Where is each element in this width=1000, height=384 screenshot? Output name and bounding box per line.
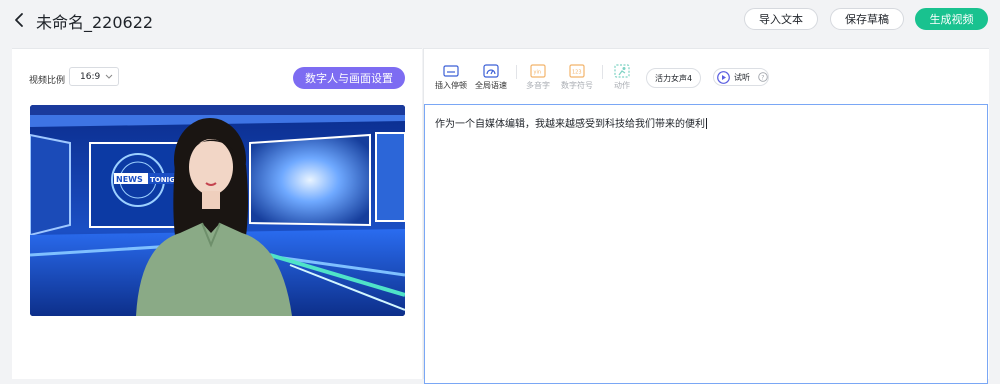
polyphone-tool[interactable]: yin 多音字 (516, 64, 560, 91)
ratio-value: 16:9 (80, 71, 101, 82)
news-badge: NEWS (116, 175, 143, 184)
listen-label: 试听 (734, 72, 750, 82)
project-title: 未命名_220622 (36, 13, 154, 32)
script-panel: 插入停顿 全局语速 yin 多音字 123 数字符号 动作 活力女声4 试听 ?… (423, 48, 989, 384)
number-symbol-tool[interactable]: 123 数字符号 (555, 64, 599, 91)
action-tool[interactable]: 动作 (600, 64, 644, 91)
script-text: 作为一个自媒体编辑，我越来越感受到科技给我们带来的便利 (435, 115, 707, 130)
listen-button[interactable]: 试听 ? (713, 68, 769, 86)
top-bar: 未命名_220622 导入文本 保存草稿 生成视频 (0, 0, 1000, 40)
video-preview: NEWS TONIGHT (30, 105, 405, 316)
speedometer-icon (483, 64, 499, 78)
script-text-content: 作为一个自媒体编辑，我越来越感受到科技给我们带来的便利 (435, 119, 705, 130)
global-speed-label: 全局语速 (475, 81, 507, 90)
ratio-label: 视频比例 (29, 76, 66, 86)
save-draft-button[interactable]: 保存草稿 (830, 8, 904, 30)
ratio-select[interactable]: 16:9 (69, 67, 119, 86)
action-figure-icon (614, 64, 630, 78)
chevron-down-icon (105, 74, 113, 79)
generate-video-button[interactable]: 生成视频 (915, 8, 988, 30)
preview-panel: 视频比例 16:9 数字人与画面设置 NEWS TONIGHT (12, 48, 422, 379)
insert-pause-tool[interactable]: 插入停顿 (429, 64, 473, 91)
avatar-scene-settings-button[interactable]: 数字人与画面设置 (293, 67, 405, 89)
insert-pause-label: 插入停顿 (435, 81, 467, 90)
voice-select-button[interactable]: 活力女声4 (646, 68, 702, 88)
number-symbol-icon: 123 (569, 64, 585, 78)
text-caret (706, 118, 707, 129)
script-editor[interactable]: 作为一个自媒体编辑，我越来越感受到科技给我们带来的便利 (424, 104, 988, 384)
play-icon (717, 70, 730, 84)
import-text-button[interactable]: 导入文本 (744, 8, 818, 30)
global-speed-tool[interactable]: 全局语速 (469, 64, 513, 91)
back-icon[interactable] (12, 10, 28, 30)
polyphone-label: 多音字 (526, 81, 550, 90)
polyphone-icon: yin (530, 64, 546, 78)
number-symbol-label: 数字符号 (561, 81, 593, 90)
pause-insert-icon (443, 65, 459, 77)
action-label: 动作 (614, 81, 630, 90)
news-studio-scene: NEWS TONIGHT (30, 105, 405, 316)
svg-text:123: 123 (572, 70, 582, 76)
svg-text:?: ? (761, 75, 764, 82)
help-icon[interactable]: ? (758, 72, 768, 82)
svg-text:yin: yin (534, 70, 542, 76)
